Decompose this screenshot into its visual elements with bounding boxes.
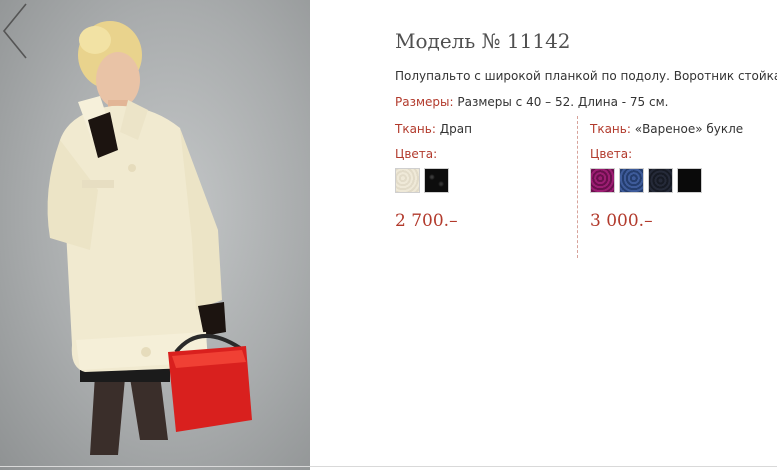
sizes-label: Размеры: bbox=[395, 95, 454, 109]
product-photo bbox=[0, 0, 310, 470]
colors-label: Цвета: bbox=[590, 147, 633, 161]
swatch-black-speckled[interactable] bbox=[424, 168, 449, 193]
product-description: Полупальто с широкой планкой по подолу. … bbox=[395, 69, 777, 83]
color-swatches bbox=[590, 168, 702, 193]
price: 2 700.– bbox=[395, 211, 458, 231]
fabric-value: «Вареное» букле bbox=[630, 122, 744, 136]
model-in-coat-image bbox=[47, 21, 252, 455]
fabric-label: Ткань: bbox=[395, 122, 436, 136]
swatch-blue[interactable] bbox=[619, 168, 644, 193]
variant-divider bbox=[577, 116, 578, 258]
variant-drap: Ткань: Драп Цвета: 2 700.– bbox=[395, 122, 585, 231]
color-swatches bbox=[395, 168, 449, 193]
chevron-left-icon[interactable] bbox=[0, 0, 30, 62]
fabric-row: Ткань: Драп bbox=[395, 122, 585, 138]
product-sizes: Размеры: Размеры с 40 – 52. Длина - 75 с… bbox=[395, 95, 668, 109]
fabric-row: Ткань: «Вареное» букле bbox=[590, 122, 777, 138]
price: 3 000.– bbox=[590, 211, 653, 231]
swatch-black[interactable] bbox=[677, 168, 702, 193]
product-title: Модель № 11142 bbox=[395, 29, 571, 53]
sizes-value: Размеры с 40 – 52. Длина - 75 см. bbox=[453, 95, 669, 109]
swatch-cream[interactable] bbox=[395, 168, 420, 193]
fabric-label: Ткань: bbox=[590, 122, 631, 136]
fabric-value: Драп bbox=[435, 122, 472, 136]
variant-boucle: Ткань: «Вареное» букле Цвета: 3 000.– bbox=[590, 122, 777, 231]
swatch-navy[interactable] bbox=[648, 168, 673, 193]
swatch-magenta[interactable] bbox=[590, 168, 615, 193]
colors-label: Цвета: bbox=[395, 147, 438, 161]
bottom-divider bbox=[0, 466, 777, 467]
